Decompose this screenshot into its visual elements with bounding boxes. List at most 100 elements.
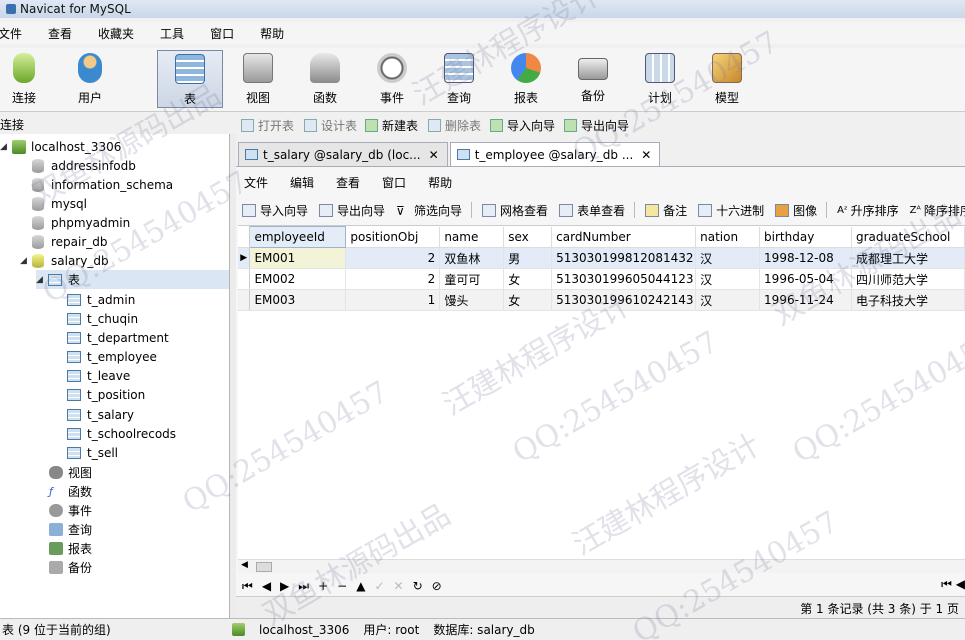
- tree-table-t-position[interactable]: t_position: [67, 385, 145, 404]
- tree-views-node[interactable]: 视图: [49, 463, 92, 482]
- add-record-icon[interactable]: +: [318, 579, 328, 593]
- cell-positionobj[interactable]: 1: [345, 289, 441, 311]
- function-button[interactable]: 函数: [294, 50, 356, 108]
- close-icon[interactable]: ✕: [641, 148, 651, 162]
- sort-descending-button[interactable]: Zᴬ降序排序: [904, 202, 965, 219]
- cell-nation[interactable]: 汉: [695, 247, 761, 269]
- cell-graduateschool[interactable]: 四川师范大学: [851, 268, 965, 290]
- sort-ascending-button[interactable]: Aᶻ 升序排序: [831, 202, 904, 219]
- menu-tools[interactable]: 工具: [147, 25, 197, 42]
- tree-db-mysql[interactable]: mysql: [32, 194, 87, 213]
- close-icon[interactable]: ✕: [429, 148, 439, 162]
- tab-t-employee[interactable]: t_employee @salary_db ... ✕: [449, 142, 661, 166]
- table-menu-help[interactable]: 帮助: [420, 174, 466, 191]
- tree-table-t-department[interactable]: t_department: [67, 328, 169, 347]
- edit-record-icon[interactable]: ▲: [356, 579, 365, 593]
- table-row[interactable]: EM002 2 童可可 女 513030199605044123 汉 1996-…: [238, 268, 965, 290]
- cell-employeeid[interactable]: EM001: [249, 247, 347, 269]
- tree-tables-node[interactable]: ◢ 表: [36, 270, 229, 289]
- new-table-button[interactable]: 新建表: [365, 116, 418, 134]
- cell-name[interactable]: 馒头: [439, 289, 505, 311]
- col-sex[interactable]: sex: [503, 226, 553, 248]
- col-cardnumber[interactable]: cardNumber: [551, 226, 697, 248]
- cell-positionobj[interactable]: 2: [345, 268, 441, 290]
- model-button[interactable]: 模型: [696, 50, 758, 108]
- col-name[interactable]: name: [439, 226, 505, 248]
- export-wizard-button[interactable]: 导出向导: [313, 202, 390, 219]
- table-button[interactable]: 表: [157, 50, 223, 108]
- tree-table-t-admin[interactable]: t_admin: [67, 290, 135, 309]
- col-positionobj[interactable]: positionObj: [345, 226, 441, 248]
- import-wizard-button[interactable]: 导入向导: [236, 202, 313, 219]
- schedule-button[interactable]: 计划: [629, 50, 691, 108]
- delete-record-icon[interactable]: −: [337, 579, 347, 593]
- cell-name[interactable]: 双鱼林: [439, 247, 505, 269]
- tree-events-node[interactable]: 事件: [49, 501, 92, 520]
- report-button[interactable]: 报表: [495, 50, 557, 108]
- tree-db-phpmyadmin[interactable]: phpmyadmin: [32, 213, 130, 232]
- cell-graduateschool[interactable]: 电子科技大学: [851, 289, 965, 311]
- cell-nation[interactable]: 汉: [695, 268, 761, 290]
- collapse-arrow-icon[interactable]: ◢: [36, 275, 46, 285]
- hex-button[interactable]: 十六进制: [692, 202, 769, 219]
- tree-db-salary-db[interactable]: ◢ salary_db: [20, 251, 109, 270]
- col-birthday[interactable]: birthday: [759, 226, 852, 248]
- menu-file[interactable]: 文件: [0, 25, 35, 42]
- user-button[interactable]: 用户: [59, 50, 121, 108]
- query-button[interactable]: 查询: [428, 50, 490, 108]
- cell-birthday[interactable]: 1998-12-08: [759, 247, 852, 269]
- cell-nation[interactable]: 汉: [695, 289, 761, 311]
- tree-table-t-leave[interactable]: t_leave: [67, 366, 130, 385]
- table-row[interactable]: ▶ EM001 2 双鱼林 男 513030199812081432 汉 199…: [238, 247, 965, 269]
- tree-backups-node[interactable]: 备份: [49, 558, 92, 577]
- tree-table-t-salary[interactable]: t_salary: [67, 405, 134, 424]
- table-row[interactable]: EM003 1 馒头 女 513030199610242143 汉 1996-1…: [238, 289, 965, 311]
- cell-sex[interactable]: 女: [503, 289, 553, 311]
- table-menu-view[interactable]: 查看: [328, 174, 374, 191]
- design-table-button[interactable]: 设计表: [304, 116, 357, 134]
- tab-t-salary[interactable]: t_salary @salary_db (loc... ✕: [238, 142, 448, 166]
- menu-window[interactable]: 窗口: [197, 25, 247, 42]
- cell-cardnumber[interactable]: 513030199610242143: [551, 289, 697, 311]
- image-button[interactable]: 图像: [769, 202, 822, 219]
- tree-table-t-schoolrecods[interactable]: t_schoolrecods: [67, 424, 176, 443]
- refresh-icon[interactable]: ↻: [413, 579, 423, 593]
- previous-record-icon[interactable]: ◀: [262, 579, 271, 593]
- cell-birthday[interactable]: 1996-11-24: [759, 289, 852, 311]
- tree-db-information-schema[interactable]: information_schema: [32, 175, 173, 194]
- grid-view-button[interactable]: 网格查看: [476, 202, 553, 219]
- filter-wizard-button[interactable]: ⊽ 筛选向导: [390, 202, 467, 219]
- tree-db-addressinfodb[interactable]: addressinfodb: [32, 156, 136, 175]
- apply-changes-icon[interactable]: ✓: [374, 579, 384, 593]
- menu-view[interactable]: 查看: [35, 25, 85, 42]
- discard-changes-icon[interactable]: ✕: [394, 579, 404, 593]
- scroll-left-icon[interactable]: ◀: [241, 560, 248, 570]
- tree-table-t-chuqin[interactable]: t_chuqin: [67, 309, 138, 328]
- backup-button[interactable]: 备份: [562, 50, 624, 108]
- form-view-button[interactable]: 表单查看: [553, 202, 630, 219]
- import-wizard-button[interactable]: 导入向导: [490, 116, 555, 134]
- connect-button[interactable]: 连接: [0, 50, 55, 108]
- next-record-icon[interactable]: ▶: [280, 579, 289, 593]
- first-record-icon[interactable]: ⏮: [242, 579, 253, 594]
- cell-positionobj[interactable]: 2: [345, 247, 441, 269]
- delete-table-button[interactable]: 删除表: [428, 116, 481, 134]
- cell-employeeid[interactable]: EM003: [249, 289, 347, 311]
- event-button[interactable]: 事件: [361, 50, 423, 108]
- scrollbar-thumb[interactable]: [256, 562, 272, 572]
- collapse-arrow-icon[interactable]: ◢: [0, 142, 10, 152]
- view-button[interactable]: 视图: [227, 50, 289, 108]
- memo-button[interactable]: 备注: [639, 202, 692, 219]
- cell-name[interactable]: 童可可: [439, 268, 505, 290]
- collapse-arrow-icon[interactable]: ◢: [20, 256, 30, 266]
- cell-graduateschool[interactable]: 成都理工大学: [851, 247, 965, 269]
- last-record-icon[interactable]: ⏭: [298, 579, 309, 594]
- table-menu-window[interactable]: 窗口: [374, 174, 420, 191]
- cell-sex[interactable]: 男: [503, 247, 553, 269]
- menu-favorites[interactable]: 收藏夹: [85, 25, 147, 42]
- col-nation[interactable]: nation: [695, 226, 761, 248]
- stop-icon[interactable]: ⊘: [432, 579, 442, 593]
- open-table-button[interactable]: 打开表: [241, 116, 294, 134]
- export-wizard-button[interactable]: 导出向导: [564, 116, 629, 134]
- cell-cardnumber[interactable]: 513030199812081432: [551, 247, 697, 269]
